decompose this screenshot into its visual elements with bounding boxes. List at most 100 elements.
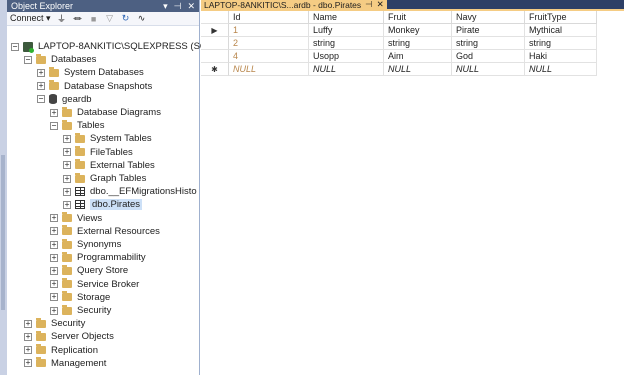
stop-icon[interactable]: ■ [89, 14, 99, 24]
tree-node-databases[interactable]: − Databases [24, 53, 96, 66]
tab-dbo-pirates[interactable]: LAPTOP-8ANKITIC\S...ardb - dbo.Pirates ⊣… [201, 0, 387, 10]
tree-node-tables[interactable]: − Tables [50, 119, 104, 132]
column-header-name[interactable]: Name [309, 11, 384, 24]
tree-node-geardb[interactable]: − geardb [37, 93, 92, 106]
tree-node-dbo-pirates[interactable]: + dbo.Pirates [63, 198, 143, 211]
row-selector[interactable] [201, 37, 229, 50]
new-row-marker[interactable]: ✱ [201, 63, 229, 76]
grid-cell-navy[interactable]: God [452, 50, 525, 63]
expand-icon[interactable]: + [50, 227, 58, 236]
expand-icon[interactable]: + [50, 280, 58, 289]
tree-node-views[interactable]: + Views [50, 212, 102, 225]
expand-icon[interactable]: + [24, 346, 32, 355]
grid-cell-fruittype[interactable]: Haki [525, 50, 597, 63]
expand-icon[interactable]: + [63, 187, 71, 196]
tree-node-external-tables[interactable]: + External Tables [63, 159, 155, 172]
refresh-icon[interactable]: ↻ [121, 13, 131, 24]
tree-node-label: Databases [51, 54, 97, 66]
expand-icon[interactable]: + [50, 214, 58, 223]
connect-plug-icon[interactable]: ⏚ [57, 12, 67, 25]
filter-icon[interactable]: ▽ [105, 13, 115, 24]
tree-node-system-tables[interactable]: + System Tables [63, 132, 152, 145]
expand-icon[interactable]: + [63, 134, 71, 143]
connect-button[interactable]: Connect ▾ [10, 13, 51, 24]
scrollbar-thumb[interactable] [1, 155, 5, 310]
grid-cell-fruit[interactable]: NULL [384, 63, 452, 76]
tree-node-system-databases[interactable]: + System Databases [37, 66, 144, 79]
tree-node-programmability[interactable]: + Programmability [50, 251, 146, 264]
grid-cell-fruit[interactable]: string [384, 37, 452, 50]
expand-icon[interactable]: + [37, 68, 45, 77]
expand-icon[interactable]: + [24, 359, 32, 368]
grid-cell-fruit[interactable]: Monkey [384, 24, 452, 37]
tree-node-graph-tables[interactable]: + Graph Tables [63, 172, 146, 185]
tree-node-management[interactable]: + Management [24, 357, 106, 370]
activity-icon[interactable]: ∿ [137, 13, 147, 24]
grid-cell-id[interactable]: 1 [229, 24, 309, 37]
tree-node-label: System Tables [90, 133, 152, 145]
grid-cell-name[interactable]: Luffy [309, 24, 384, 37]
grid-cell-id[interactable]: 2 [229, 37, 309, 50]
grid-cell-navy[interactable]: NULL [452, 63, 525, 76]
expand-icon[interactable]: + [50, 306, 58, 315]
tree-node-label: Server Objects [51, 331, 114, 343]
pin-icon[interactable]: ⊣ [174, 1, 182, 12]
tree-node-label: Service Broker [77, 278, 140, 290]
tree-node-database-snapshots[interactable]: + Database Snapshots [37, 80, 152, 93]
collapse-icon[interactable]: − [50, 121, 58, 130]
grid-cell-id[interactable]: 4 [229, 50, 309, 63]
row-selector[interactable]: ▶ [201, 24, 229, 37]
grid-cell-id[interactable]: NULL [229, 63, 309, 76]
expand-icon[interactable]: + [63, 161, 71, 170]
grid-cell-navy[interactable]: string [452, 37, 525, 50]
column-header-id[interactable]: Id [229, 11, 309, 24]
collapse-icon[interactable]: − [24, 55, 32, 64]
tree-node-external-resources[interactable]: + External Resources [50, 225, 160, 238]
expand-icon[interactable]: + [63, 174, 71, 183]
expand-icon[interactable]: + [37, 82, 45, 91]
expand-icon[interactable]: + [24, 332, 32, 341]
column-header-navy[interactable]: Navy [452, 11, 525, 24]
expand-icon[interactable]: + [50, 240, 58, 249]
grid-cell-fruittype[interactable]: NULL [525, 63, 597, 76]
row-selector[interactable] [201, 50, 229, 63]
tree-node-synonyms[interactable]: + Synonyms [50, 238, 121, 251]
tree-node-laptop-8ankitic-sqlexpress-sql-s[interactable]: − LAPTOP-8ANKITIC\SQLEXPRESS (SQL S [11, 40, 221, 53]
disconnect-icon[interactable]: ⏛ [73, 12, 83, 25]
column-header-fruit[interactable]: Fruit [384, 11, 452, 24]
grid-cell-fruit[interactable]: Aim [384, 50, 452, 63]
grid-cell-name[interactable]: Usopp [309, 50, 384, 63]
grid-corner[interactable] [201, 11, 229, 24]
expand-icon[interactable]: + [50, 253, 58, 262]
column-header-fruittype[interactable]: FruitType [525, 11, 597, 24]
left-scrollbar[interactable] [0, 0, 7, 375]
tree-node-security[interactable]: + Security [24, 317, 85, 330]
close-icon[interactable]: ✕ [187, 1, 195, 12]
tree-node-storage[interactable]: + Storage [50, 291, 110, 304]
expand-icon[interactable]: + [63, 148, 71, 157]
grid-cell-navy[interactable]: Pirate [452, 24, 525, 37]
grid-cell-fruittype[interactable]: Mythical [525, 24, 597, 37]
grid-cell-fruittype[interactable]: string [525, 37, 597, 50]
expand-icon[interactable]: + [50, 293, 58, 302]
tree-node-label: Database Snapshots [64, 80, 153, 92]
expand-icon[interactable]: + [24, 319, 32, 328]
grid-cell-name[interactable]: string [309, 37, 384, 50]
tree-node-dbo-efmigrationshisto[interactable]: + dbo.__EFMigrationsHisto [63, 185, 197, 198]
grid-cell-name[interactable]: NULL [309, 63, 384, 76]
tree-node-filetables[interactable]: + FileTables [63, 146, 133, 159]
expand-icon[interactable]: + [63, 200, 71, 209]
collapse-icon[interactable]: − [37, 95, 45, 104]
tree-node-server-objects[interactable]: + Server Objects [24, 330, 114, 343]
expand-icon[interactable]: + [50, 108, 58, 117]
tree-node-service-broker[interactable]: + Service Broker [50, 278, 139, 291]
table-icon [75, 200, 85, 210]
tree-node-replication[interactable]: + Replication [24, 344, 98, 357]
folder-icon [36, 53, 46, 64]
tree-node-query-store[interactable]: + Query Store [50, 264, 128, 277]
collapse-icon[interactable]: − [11, 42, 19, 51]
expand-icon[interactable]: + [50, 266, 58, 275]
tree-node-security[interactable]: + Security [50, 304, 111, 317]
tree-node-database-diagrams[interactable]: + Database Diagrams [50, 106, 161, 119]
dropdown-icon[interactable]: ▾ [163, 1, 168, 12]
